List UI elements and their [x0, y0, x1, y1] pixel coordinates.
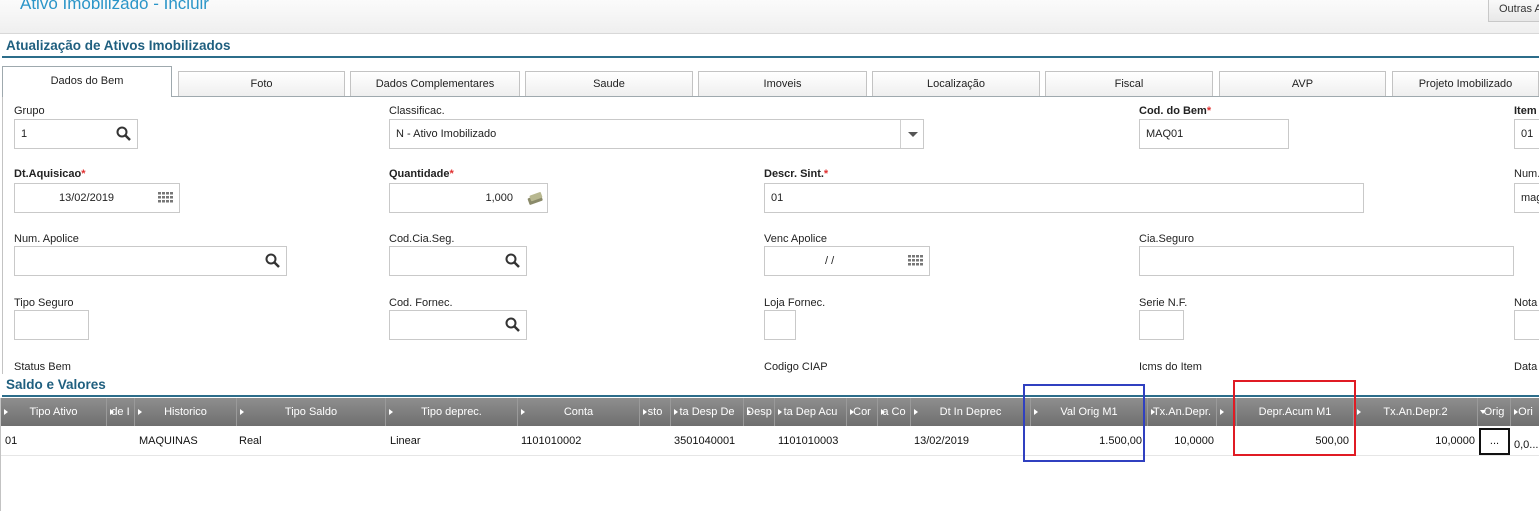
- tab-dados-complementares[interactable]: Dados Complementares: [350, 71, 520, 96]
- column-header-tx-an-depr[interactable]: Tx.An.Depr.: [1148, 398, 1217, 426]
- label-cod-do-bem: Cod. do Bem*: [1139, 105, 1212, 117]
- tab-bar: Dados do Bem Foto Dados Complementares S…: [0, 66, 1539, 97]
- calendar-icon[interactable]: [155, 188, 175, 208]
- label-cia-seguro: Cia.Seguro: [1139, 233, 1195, 245]
- label-loja-fornec: Loja Fornec.: [764, 297, 826, 309]
- tab-projeto-imobilizado[interactable]: Projeto Imobilizado: [1392, 71, 1539, 96]
- column-header-dt-in-deprec[interactable]: Dt In Deprec: [911, 398, 1031, 426]
- tab-foto[interactable]: Foto: [178, 71, 345, 96]
- label-descr-sint: Descr. Sint.*: [764, 168, 829, 180]
- label-grupo: Grupo: [14, 105, 45, 117]
- calculator-icon[interactable]: [525, 188, 545, 208]
- label-quantidade: Quantidade*: [389, 168, 454, 180]
- tab-imoveis[interactable]: Imoveis: [698, 71, 867, 96]
- cell-tipo-deprec: Linear: [390, 435, 421, 447]
- highlight-box-depr-acum-m1: [1233, 380, 1356, 456]
- cell-conta: 1101010002: [521, 435, 582, 447]
- classificac-select[interactable]: N - Ativo Imobilizado: [389, 119, 924, 149]
- cell-orig-ellipsis-button[interactable]: ...: [1479, 428, 1510, 455]
- serie-nf-input[interactable]: [1139, 310, 1184, 340]
- column-header-orig[interactable]: Orig: [1478, 398, 1511, 426]
- cell-tipo-ativo: 01: [5, 435, 18, 447]
- label-tipo-seguro: Tipo Seguro: [14, 297, 74, 309]
- chevron-down-icon[interactable]: [903, 124, 923, 144]
- column-header-conta-desp-dep[interactable]: ta Desp De: [671, 398, 744, 426]
- num-placa-input[interactable]: mag: [1514, 183, 1539, 213]
- column-header-tipo-saldo[interactable]: Tipo Saldo: [237, 398, 386, 426]
- search-icon[interactable]: [263, 251, 283, 271]
- item-input[interactable]: 01: [1514, 119, 1539, 149]
- label-status-bem: Status Bem: [14, 361, 71, 373]
- label-serie-nf: Serie N.F.: [1139, 297, 1188, 309]
- cell-conta-dep-acu: 1101010003: [778, 435, 839, 447]
- column-header-cor[interactable]: Cor: [847, 398, 878, 426]
- label-icms-do-item: Icms do Item: [1139, 361, 1202, 373]
- label-cod-cia-seg: Cod.Cia.Seg.: [389, 233, 455, 245]
- search-icon[interactable]: [503, 315, 523, 335]
- column-header-tipo-ativo[interactable]: Tipo Ativo: [1, 398, 107, 426]
- label-dt-aquisicao: Dt.Aquisicao*: [14, 168, 86, 180]
- cell-tx-an-depr: 10,0000: [1174, 435, 1214, 447]
- calendar-icon[interactable]: [905, 251, 925, 271]
- select-divider: [900, 120, 901, 148]
- tab-saude[interactable]: Saude: [525, 71, 693, 96]
- tab-dados-do-bem[interactable]: Dados do Bem: [2, 66, 172, 97]
- label-nota: Nota: [1514, 297, 1538, 309]
- label-num-apolice: Num. Apolice: [14, 233, 79, 245]
- highlight-box-val-orig-m1: [1023, 384, 1145, 462]
- section-title-atualizacao: Atualização de Ativos Imobilizados: [6, 38, 231, 53]
- tab-localizacao[interactable]: Localização: [872, 71, 1040, 96]
- column-header-tipo-deprec[interactable]: Tipo deprec.: [386, 398, 518, 426]
- cell-tipo-saldo: Real: [239, 435, 262, 447]
- cia-seguro-input[interactable]: [1139, 246, 1514, 276]
- nota-input[interactable]: [1514, 310, 1539, 340]
- column-header-historico[interactable]: Historico: [135, 398, 237, 426]
- label-item: Item: [1514, 105, 1537, 117]
- loja-fornec-input[interactable]: [764, 310, 796, 340]
- tipo-seguro-input[interactable]: [14, 310, 89, 340]
- window-title-bar: Ativo Imobilizado - Incluir Outras A: [0, 0, 1539, 34]
- label-num-placa: Num.I: [1514, 168, 1539, 180]
- label-classificac: Classificac.: [389, 105, 445, 117]
- cell-ori: 0,0...: [1514, 439, 1539, 451]
- search-icon[interactable]: [503, 251, 523, 271]
- window-title: Ativo Imobilizado - Incluir: [20, 0, 209, 13]
- label-codigo-ciap: Codigo CIAP: [764, 361, 828, 373]
- cod-do-bem-input[interactable]: MAQ01: [1139, 119, 1289, 149]
- section-divider: [2, 56, 1539, 58]
- tab-avp[interactable]: AVP: [1219, 71, 1386, 96]
- label-data: Data: [1514, 361, 1538, 373]
- column-header-tx-an-depr-2[interactable]: Tx.An.Depr.2: [1354, 398, 1478, 426]
- label-venc-apolice: Venc Apolice: [764, 233, 827, 245]
- cell-dt-in-deprec: 13/02/2019: [914, 435, 970, 447]
- cell-historico: MAQUINAS: [139, 435, 198, 447]
- form-dados-do-bem: Grupo 1 Classificac. N - Ativo Imobiliza…: [2, 96, 1539, 374]
- column-header-ori[interactable]: Ori: [1511, 398, 1539, 426]
- column-header-custo[interactable]: sto: [640, 398, 671, 426]
- descr-sint-input[interactable]: 01: [764, 183, 1364, 213]
- num-apolice-input[interactable]: [14, 246, 287, 276]
- label-cod-fornec: Cod. Fornec.: [389, 297, 453, 309]
- tab-fiscal[interactable]: Fiscal: [1045, 71, 1213, 96]
- column-header-conta[interactable]: Conta: [518, 398, 640, 426]
- column-header-desc-i[interactable]: de I: [107, 398, 135, 426]
- search-icon[interactable]: [114, 124, 134, 144]
- cell-conta-desp-dep: 3501040001: [674, 435, 736, 447]
- section-title-saldo-valores: Saldo e Valores: [6, 377, 106, 392]
- cell-tx-an-depr-2: 10,0000: [1435, 435, 1475, 447]
- column-header-conta-cor[interactable]: a Co: [878, 398, 911, 426]
- column-header-desp[interactable]: Desp: [744, 398, 775, 426]
- column-header-conta-dep-acu[interactable]: ta Dep Acu: [775, 398, 847, 426]
- outras-acoes-button[interactable]: Outras A: [1488, 0, 1539, 22]
